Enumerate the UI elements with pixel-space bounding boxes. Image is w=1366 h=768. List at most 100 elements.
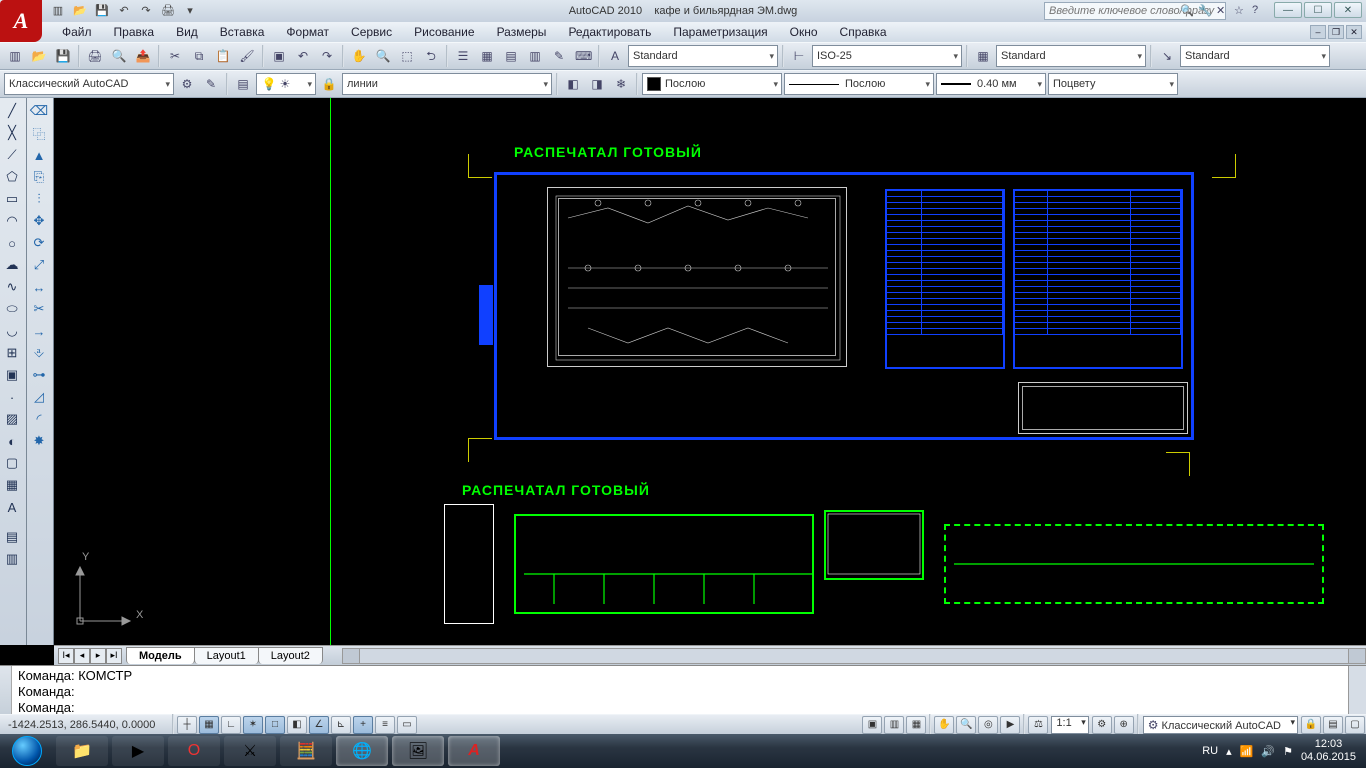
pan-status[interactable]: ✋	[934, 716, 954, 734]
polar-toggle[interactable]: ✶	[243, 716, 263, 734]
help-icon[interactable]: ?	[1252, 4, 1266, 18]
maximize-button[interactable]: ☐	[1304, 2, 1332, 18]
ws-settings-button[interactable]: ⚙	[176, 73, 198, 95]
plot-button[interactable]: 🖨	[84, 45, 106, 67]
opera-taskbtn[interactable]: O	[168, 736, 220, 766]
polygon-tool[interactable]: ⬠	[0, 166, 24, 188]
dcenter-button[interactable]: ▦	[476, 45, 498, 67]
comm-icon[interactable]: ✕	[1216, 4, 1230, 18]
h-scrollbar[interactable]	[342, 648, 1366, 664]
menu-draw[interactable]: Рисование	[404, 23, 484, 41]
ortho-toggle[interactable]: ∟	[221, 716, 241, 734]
lock-ui-toggle[interactable]: 🔒	[1301, 716, 1321, 734]
doc-restore-button[interactable]: ❐	[1328, 25, 1344, 39]
palette-tool-1[interactable]: ▤	[0, 526, 24, 548]
zoom-prev-button[interactable]: ⮌	[420, 45, 442, 67]
pan-button[interactable]: ✋	[348, 45, 370, 67]
network-icon[interactable]: 📶	[1240, 745, 1254, 758]
rect-tool[interactable]: ▭	[0, 188, 24, 210]
dim-style-dropdown[interactable]: ISO-25	[812, 45, 962, 67]
undo-button[interactable]: ↶	[292, 45, 314, 67]
coordinates-display[interactable]: -1424.2513, 286.5440, 0.0000	[0, 719, 170, 731]
tab-layout2[interactable]: Layout2	[258, 647, 323, 664]
paste-button[interactable]: 📋	[212, 45, 234, 67]
annoadd-toggle[interactable]: ⊕	[1114, 716, 1134, 734]
wmp-taskbtn[interactable]: ▶	[112, 736, 164, 766]
chamfer-tool[interactable]: ◿	[27, 386, 51, 408]
stretch-tool[interactable]: ↔	[27, 276, 51, 298]
zoom-win-button[interactable]: ⬚	[396, 45, 418, 67]
sheet-button[interactable]: ▥	[524, 45, 546, 67]
block-tool[interactable]: ▣	[0, 364, 24, 386]
zoom-status[interactable]: 🔍	[956, 716, 976, 734]
ducs-toggle[interactable]: ⊾	[331, 716, 351, 734]
grid-toggle[interactable]: ▦	[199, 716, 219, 734]
app-menu-button[interactable]: A	[0, 0, 42, 42]
menu-window[interactable]: Окно	[780, 23, 828, 41]
tab-first-button[interactable]: I◂	[58, 648, 74, 664]
lineweight-dropdown[interactable]: 0.40 мм	[936, 73, 1046, 95]
chrome-taskbtn[interactable]: 🌐	[336, 736, 388, 766]
arc-tool[interactable]: ◠	[0, 210, 24, 232]
break-tool[interactable]: ⎀	[27, 342, 51, 364]
clean-toggle[interactable]: ▢	[1345, 716, 1365, 734]
trim-tool[interactable]: ✂	[27, 298, 51, 320]
print-icon[interactable]: 🖨	[160, 3, 176, 19]
menu-insert[interactable]: Вставка	[210, 23, 275, 41]
gradient-tool[interactable]: ◐	[0, 430, 24, 452]
line-tool[interactable]: ╱	[0, 100, 24, 122]
binoculars-icon[interactable]: 🔍	[1180, 4, 1194, 18]
redo-icon[interactable]: ↷	[138, 3, 154, 19]
copy-button[interactable]: ⧉	[188, 45, 210, 67]
drawing-canvas[interactable]: РАСПЕЧАТАЛ ГОТОВЫЙ	[54, 98, 1366, 645]
move-tool[interactable]: ✥	[27, 210, 51, 232]
layer-freeze-button[interactable]: ❄	[610, 73, 632, 95]
layer-off-button[interactable]: ◨	[586, 73, 608, 95]
layer-dropdown[interactable]: линии	[342, 73, 552, 95]
block-button[interactable]: ▣	[268, 45, 290, 67]
mtext-tool[interactable]: A	[0, 496, 24, 518]
qview-layouts[interactable]: ▥	[884, 716, 904, 734]
ellipse-tool[interactable]: ⬭	[0, 298, 24, 320]
menu-view[interactable]: Вид	[166, 23, 208, 41]
mleader-style-dropdown[interactable]: Standard	[1180, 45, 1330, 67]
hatch-tool[interactable]: ▨	[0, 408, 24, 430]
dyn-toggle[interactable]: +	[353, 716, 373, 734]
publish-button[interactable]: 📤	[132, 45, 154, 67]
tab-prev-button[interactable]: ◂	[74, 648, 90, 664]
qat-dropdown-icon[interactable]: ▾	[182, 3, 198, 19]
scale-tool[interactable]: ⤢	[27, 254, 51, 276]
xline-tool[interactable]: ╳	[0, 122, 24, 144]
tab-next-button[interactable]: ▸	[90, 648, 106, 664]
mleaderstyle-icon[interactable]: ↘	[1156, 45, 1178, 67]
plotstyle-dropdown[interactable]: Поцвету	[1048, 73, 1178, 95]
minimize-button[interactable]: —	[1274, 2, 1302, 18]
wheel-status[interactable]: ◎	[978, 716, 998, 734]
ws-save-button[interactable]: ✎	[200, 73, 222, 95]
offset-tool[interactable]: ⎘	[27, 166, 51, 188]
revcloud-tool[interactable]: ☁	[0, 254, 24, 276]
qcalc-button[interactable]: ⌨	[572, 45, 594, 67]
viewer-taskbtn[interactable]: 🖼	[392, 736, 444, 766]
layer-props-button[interactable]: 🔒	[318, 73, 340, 95]
tablestyle-icon[interactable]: ▦	[972, 45, 994, 67]
close-button[interactable]: ✕	[1334, 2, 1362, 18]
pline-tool[interactable]: ⟋	[0, 144, 24, 166]
annoscale-icon[interactable]: ⚖	[1028, 716, 1048, 734]
command-history[interactable]: Команда: КОМСТР Команда: Команда:	[12, 666, 1348, 714]
explode-tool[interactable]: ✸	[27, 430, 51, 452]
workspace-dropdown[interactable]: Классический AutoCAD	[4, 73, 174, 95]
color-dropdown[interactable]: Послою	[642, 73, 782, 95]
explorer-taskbtn[interactable]: 📁	[56, 736, 108, 766]
rotate-tool[interactable]: ⟳	[27, 232, 51, 254]
array-tool[interactable]: ⫶	[27, 188, 51, 210]
showmotion-status[interactable]: ▶	[1000, 716, 1020, 734]
qview-drawings[interactable]: ▦	[906, 716, 926, 734]
doc-minimize-button[interactable]: –	[1310, 25, 1326, 39]
save-button[interactable]: 💾	[52, 45, 74, 67]
tpalette-button[interactable]: ▤	[500, 45, 522, 67]
open-icon[interactable]: 📂	[72, 3, 88, 19]
otrack-toggle[interactable]: ∠	[309, 716, 329, 734]
tab-layout1[interactable]: Layout1	[194, 647, 259, 664]
workspace-status-dropdown[interactable]: ⚙ Классический AutoCAD	[1143, 716, 1298, 734]
